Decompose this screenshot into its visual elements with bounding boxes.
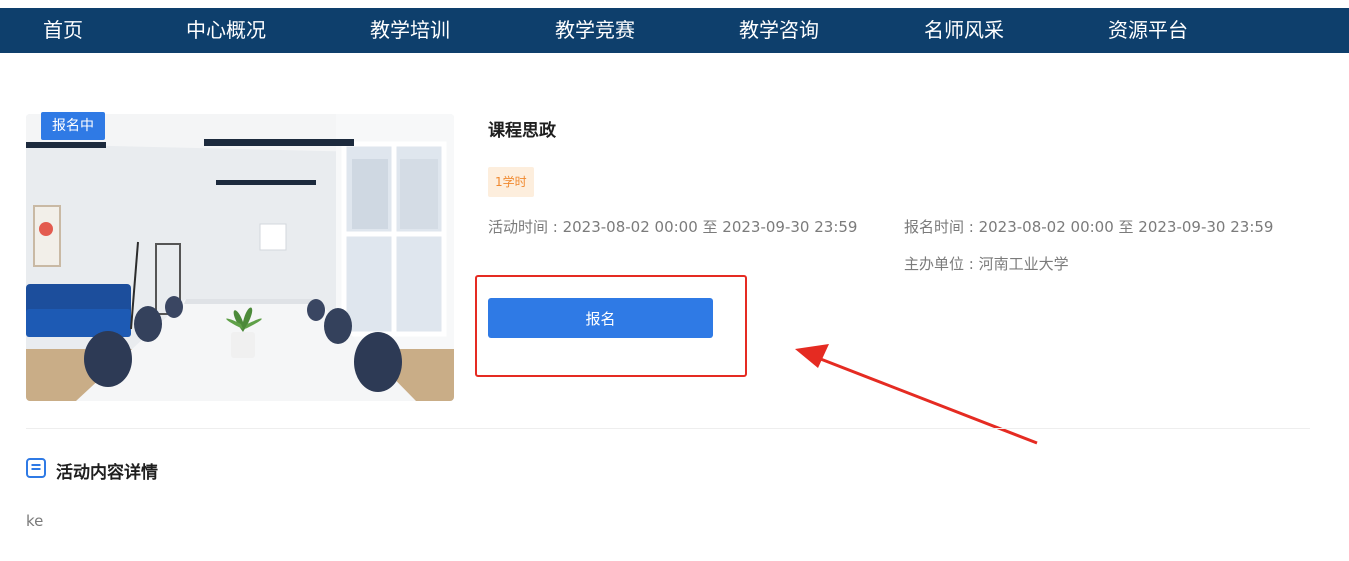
activity-time: 活动时间 : 2023-08-02 00:00 至 2023-09-30 23:… [488,218,858,236]
course-cover-image[interactable] [26,114,454,401]
course-title: 课程思政 [488,121,556,141]
nav-item-center-overview[interactable]: 中心概况 [186,8,266,53]
signup-time: 报名时间 : 2023-08-02 00:00 至 2023-09-30 23:… [904,218,1274,236]
nav-item-teaching-consulting[interactable]: 教学咨询 [739,8,819,53]
credit-hours-tag: 1学时 [488,167,534,197]
status-badge: 报名中 [41,112,105,140]
signup-button[interactable]: 报名 [488,298,713,338]
document-list-icon [26,458,46,478]
meeting-room-illustration [26,114,454,401]
organizer: 主办单位 : 河南工业大学 [904,255,1069,273]
activity-content: ke [26,512,44,530]
nav-item-resource-platform[interactable]: 资源平台 [1108,8,1188,53]
nav-item-famous-teachers[interactable]: 名师风采 [924,8,1004,53]
section-title: 活动内容详情 [56,463,158,483]
nav-item-home[interactable]: 首页 [43,8,83,53]
section-divider [26,428,1310,429]
nav-item-teaching-training[interactable]: 教学培训 [370,8,450,53]
nav-item-teaching-competition[interactable]: 教学竞赛 [555,8,635,53]
top-navigation-bar: 首页 中心概况 教学培训 教学竞赛 教学咨询 名师风采 资源平台 [0,8,1349,53]
